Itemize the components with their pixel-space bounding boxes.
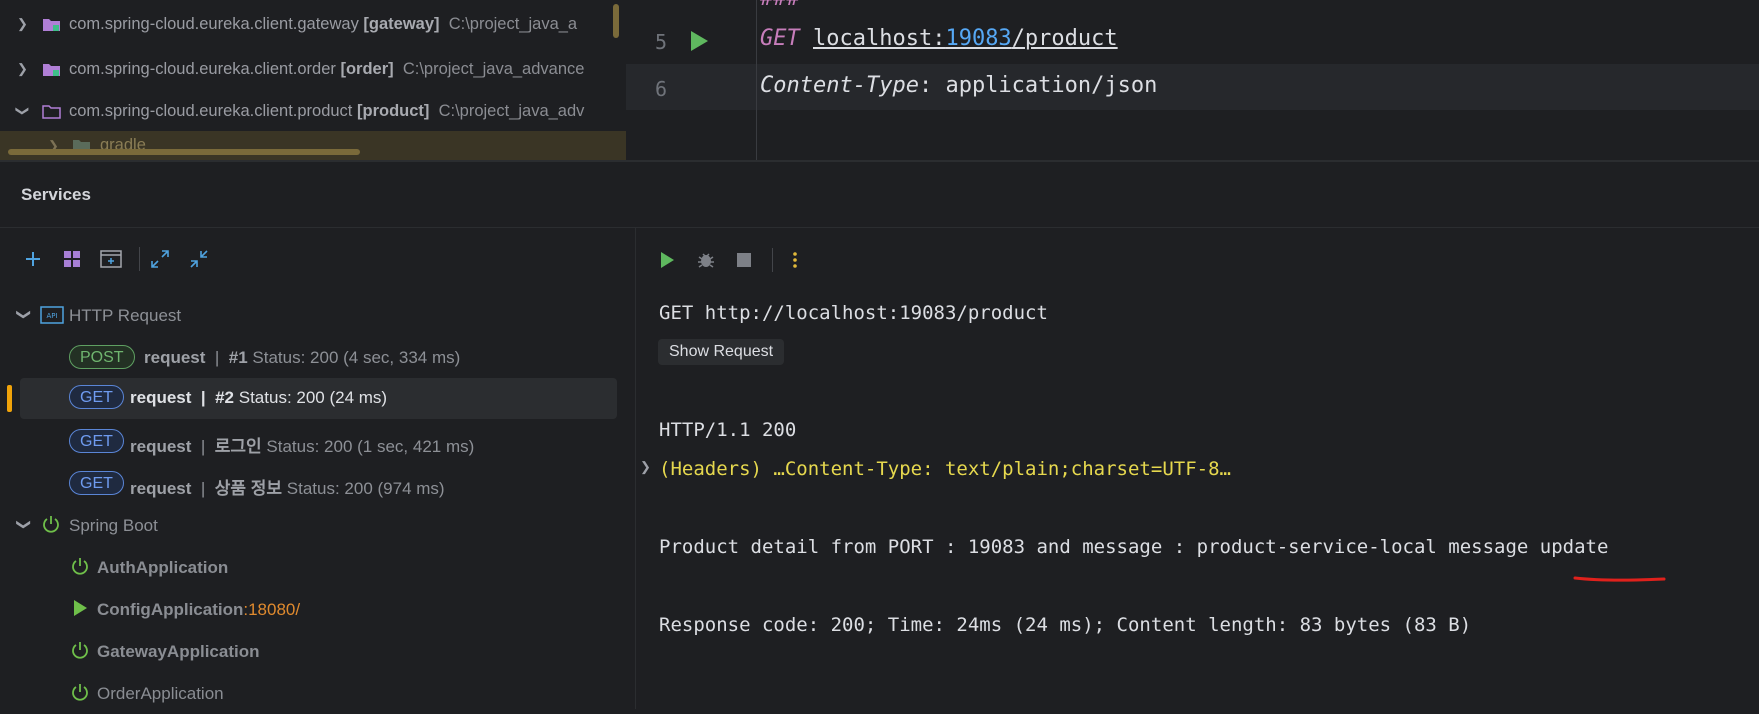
folder-icon — [42, 104, 61, 119]
chevron-right-icon[interactable]: ❯ — [17, 61, 28, 77]
annotation-underline — [1573, 576, 1666, 582]
toolbar-separator — [139, 247, 140, 271]
line-number: 6 — [655, 77, 668, 101]
response-body: Product detail from PORT : 19083 and mes… — [659, 536, 1609, 558]
chevron-down-icon[interactable]: ❯ — [15, 519, 32, 531]
vertical-scrollbar[interactable] — [613, 4, 619, 38]
spring-boot-group[interactable]: ❯ Spring Boot — [0, 506, 635, 546]
panel-splitter[interactable] — [0, 160, 1759, 162]
request-label: request | 상품 정보 Status: 200 (974 ms) — [130, 479, 445, 498]
editor-line-4: ### — [760, 0, 800, 11]
request-line: GET http://localhost:19083/product — [659, 302, 1048, 324]
response-summary: Response code: 200; Time: 24ms (24 ms); … — [659, 614, 1472, 636]
request-row[interactable]: GET request | 상품 정보 Status: 200 (974 ms) — [0, 464, 635, 504]
line-number: 5 — [655, 30, 668, 54]
app-row-order[interactable]: OrderApplication — [0, 674, 635, 714]
app-label: GatewayApplication — [97, 642, 260, 661]
app-row-auth[interactable]: AuthApplication — [0, 548, 635, 588]
svg-text:API: API — [46, 312, 57, 320]
divider — [0, 227, 1759, 228]
method-badge-get: GET — [69, 429, 124, 453]
horizontal-scrollbar[interactable] — [8, 149, 360, 155]
request-row-selected[interactable]: GET request | #2 Status: 200 (24 ms) — [20, 378, 617, 419]
toolbar-separator — [772, 248, 773, 272]
run-request-icon[interactable] — [688, 29, 710, 53]
tree-row-gateway[interactable]: ❯ com.spring-cloud.eureka.client.gateway… — [0, 5, 626, 43]
more-options-icon[interactable] — [783, 248, 807, 272]
http-request-group[interactable]: ❯ API HTTP Request — [0, 296, 635, 336]
chevron-down-icon[interactable]: ❯ — [14, 106, 30, 117]
method-badge-post: POST — [69, 345, 135, 369]
collapse-all-icon[interactable] — [187, 247, 211, 271]
app-port-link[interactable]: :18080/ — [243, 600, 300, 619]
tree-row-label: com.spring-cloud.eureka.client.gateway [… — [69, 14, 578, 33]
app-label: AuthApplication — [97, 558, 229, 577]
headers-line[interactable]: (Headers) …Content-Type: text/plain;char… — [659, 458, 1231, 480]
power-icon — [72, 558, 88, 575]
stop-icon[interactable] — [732, 248, 756, 272]
status-line: HTTP/1.1 200 — [659, 419, 797, 441]
show-request-button[interactable]: Show Request — [658, 339, 785, 365]
chevron-right-icon[interactable]: ❯ — [640, 459, 651, 475]
new-tab-icon[interactable] — [99, 247, 123, 271]
module-folder-icon — [43, 18, 60, 31]
request-label: request | 로그인 Status: 200 (1 sec, 421 ms… — [130, 437, 475, 456]
app-row-gateway[interactable]: GatewayApplication — [0, 632, 635, 672]
debug-icon[interactable] — [694, 248, 718, 272]
editor-line-6: Content-Type: application/json — [760, 73, 1158, 98]
request-label: request | #2 Status: 200 (24 ms) — [130, 388, 388, 407]
app-label: ConfigApplication:18080/ — [97, 600, 301, 619]
app-row-config[interactable]: ConfigApplication:18080/ — [0, 590, 635, 630]
power-icon — [72, 642, 88, 659]
add-service-icon[interactable] — [21, 247, 45, 271]
gutter-divider — [756, 0, 757, 160]
method-badge-get: GET — [69, 471, 124, 495]
tree-row-label: com.spring-cloud.eureka.client.product [… — [69, 101, 585, 120]
tree-row-product[interactable]: ❯ com.spring-cloud.eureka.client.product… — [0, 92, 626, 130]
request-label: request | #1 Status: 200 (4 sec, 334 ms) — [144, 348, 461, 367]
services-splitter[interactable] — [635, 228, 636, 709]
request-row[interactable]: GET request | 로그인 Status: 200 (1 sec, 42… — [0, 422, 635, 462]
tree-row-label: com.spring-cloud.eureka.client.order [or… — [69, 59, 585, 78]
tree-row-gradle[interactable]: ❯ gradle — [0, 131, 626, 160]
request-row[interactable]: POST request | #1 Status: 200 (4 sec, 33… — [0, 338, 635, 378]
chevron-right-icon[interactable]: ❯ — [17, 16, 28, 32]
tree-row-order[interactable]: ❯ com.spring-cloud.eureka.client.order [… — [0, 50, 626, 88]
api-icon: API — [40, 306, 64, 324]
spring-boot-icon — [43, 516, 59, 533]
project-tree: ❯ com.spring-cloud.eureka.client.gateway… — [0, 0, 626, 160]
selection-marker — [7, 385, 12, 412]
group-by-icon[interactable] — [60, 247, 84, 271]
running-icon — [74, 600, 87, 616]
expand-all-icon[interactable] — [148, 247, 172, 271]
run-icon[interactable] — [655, 248, 679, 272]
module-folder-icon — [43, 63, 60, 76]
editor-line-5: GET localhost:19083/product — [760, 26, 1118, 51]
chevron-down-icon[interactable]: ❯ — [15, 309, 32, 321]
power-icon — [72, 684, 88, 701]
app-label: OrderApplication — [97, 684, 224, 703]
services-title: Services — [21, 185, 91, 204]
method-badge-get: GET — [69, 385, 124, 409]
